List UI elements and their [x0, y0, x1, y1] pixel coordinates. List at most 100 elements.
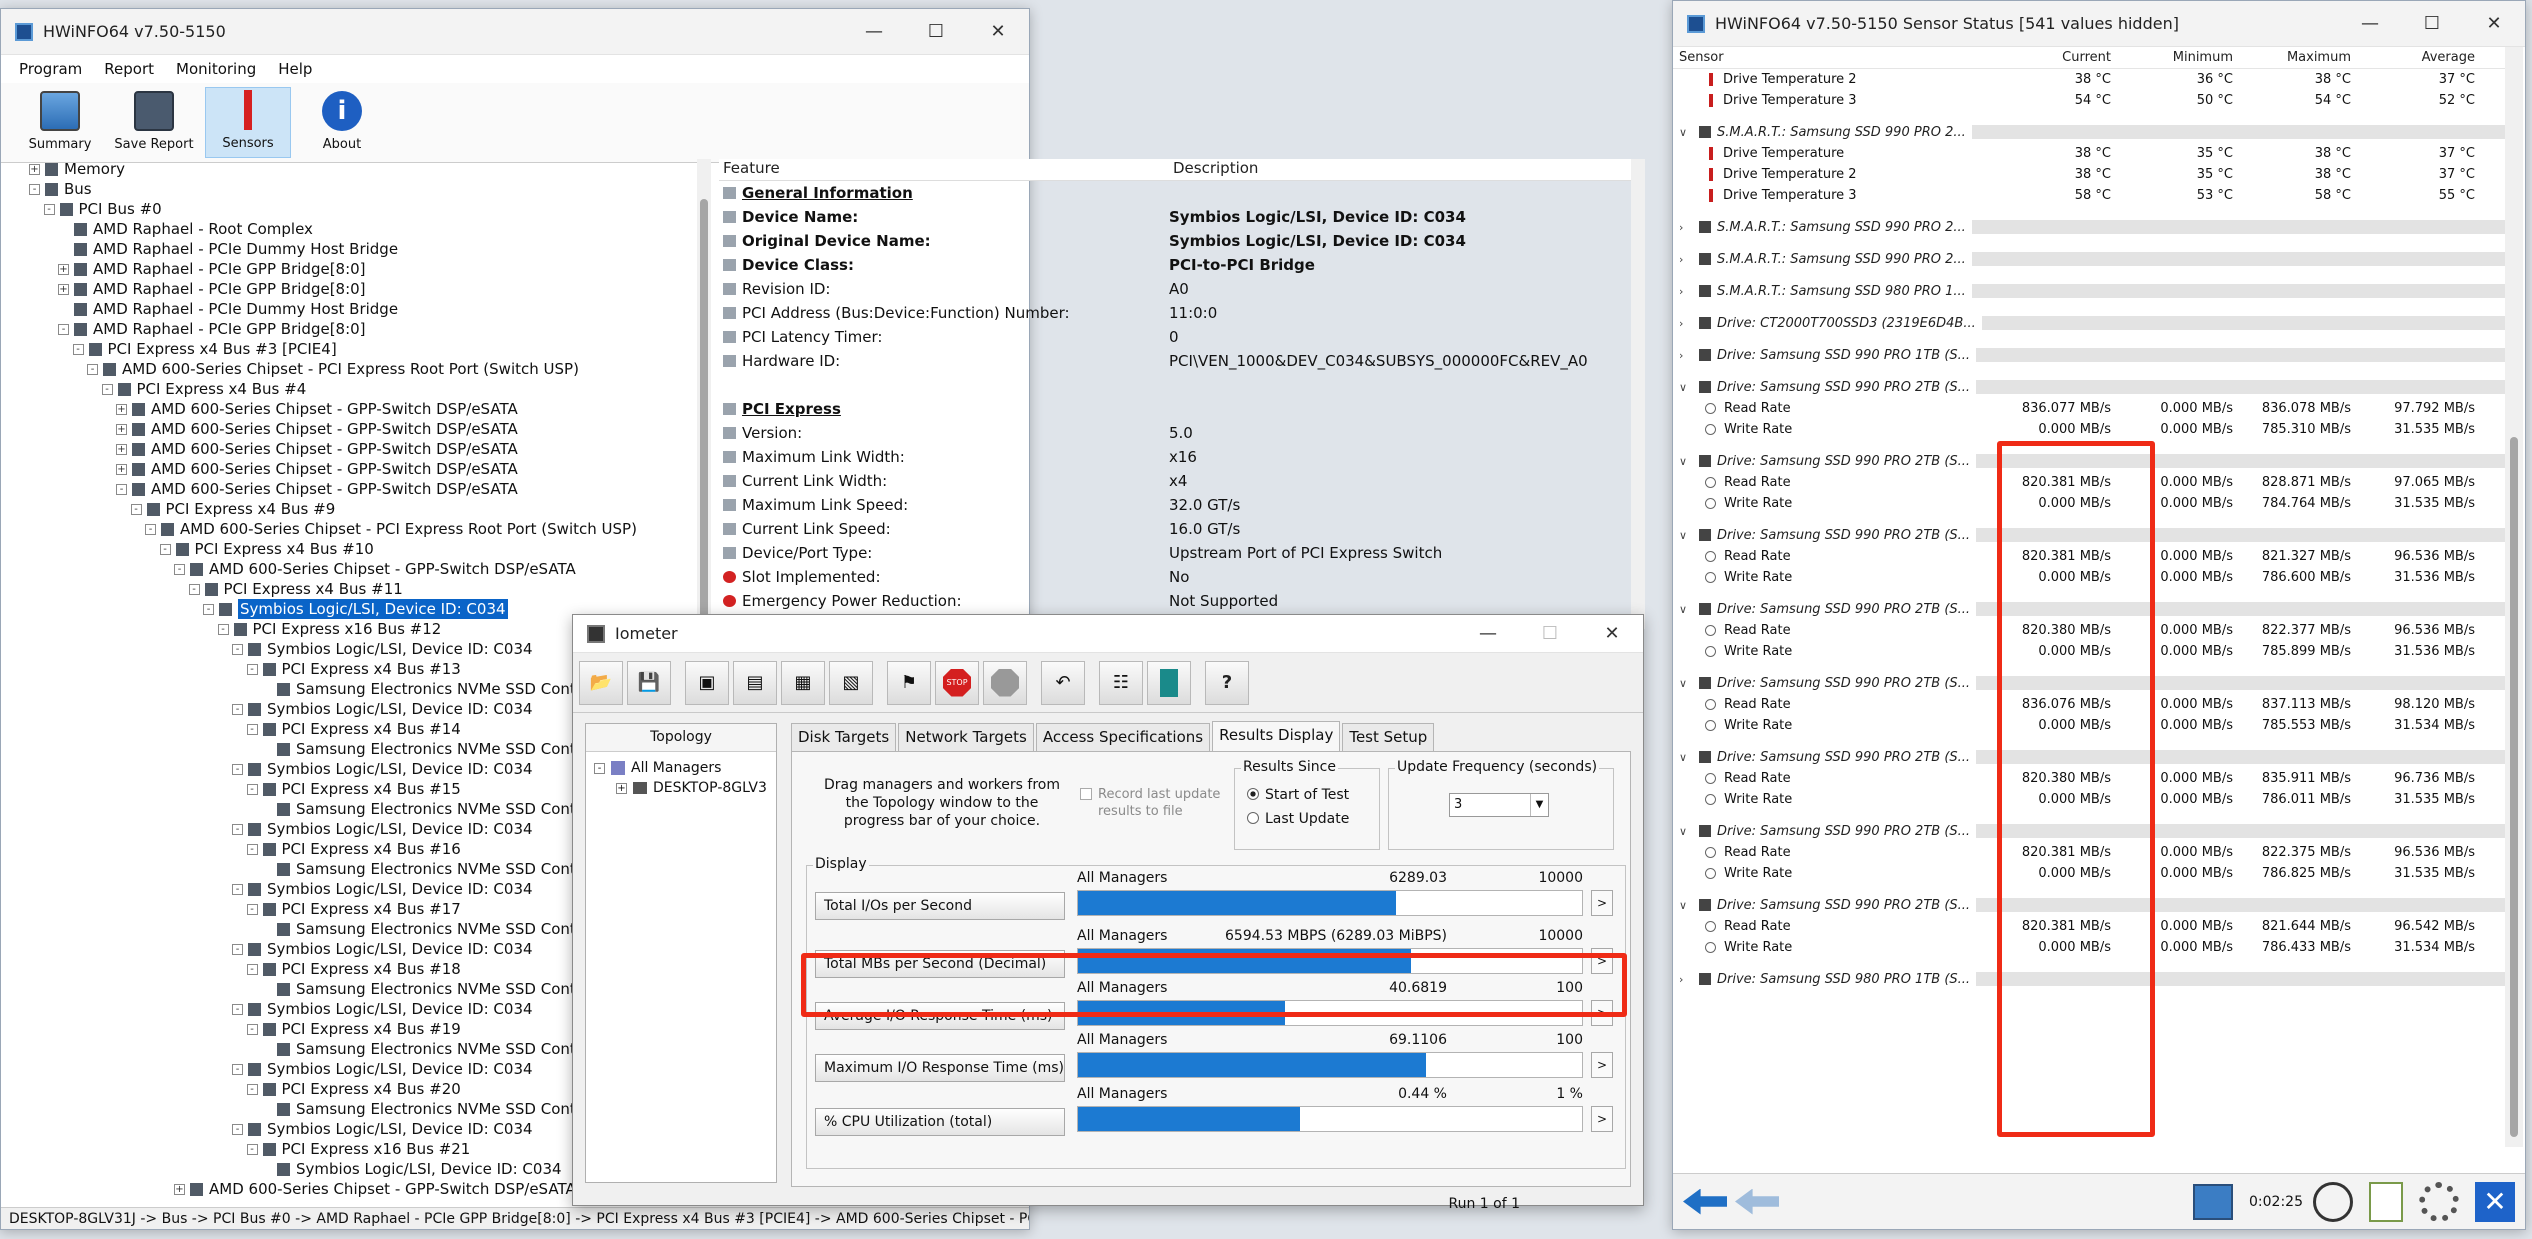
collapse-icon[interactable]: -: [246, 903, 258, 915]
update-frequency-select[interactable]: 3 ▼: [1449, 793, 1549, 817]
collapse-icon[interactable]: -: [232, 823, 243, 835]
chevron-down-icon[interactable]: ∨: [1679, 529, 1691, 542]
clock-icon[interactable]: [2313, 1181, 2353, 1222]
collapse-icon[interactable]: -: [43, 203, 55, 215]
collapse-icon[interactable]: -: [246, 1143, 258, 1155]
tree-node[interactable]: AMD Raphael - PCIe Dummy Host Bridge: [1, 299, 713, 319]
maximize-button[interactable]: ☐: [1519, 615, 1581, 652]
collapse-icon[interactable]: -: [58, 323, 69, 335]
feature-row[interactable]: Original Device Name: Symbios Logic/LSI, …: [719, 229, 1631, 253]
sensor-row[interactable]: Drive Temperature 38 °C 35 °C 38 °C 37 °C: [1673, 143, 2505, 164]
maximize-button[interactable]: ☐: [2401, 1, 2463, 46]
tree-node[interactable]: - PCI Express x4 Bus #3 [PCIE4]: [1, 339, 713, 359]
tree-node[interactable]: - AMD 600-Series Chipset - GPP-Switch DSP…: [1, 479, 713, 499]
collapse-icon[interactable]: -: [174, 563, 185, 575]
result-metric-button[interactable]: % CPU Utilization (total): [815, 1108, 1065, 1136]
collapse-icon[interactable]: -: [232, 643, 243, 655]
sensor-row[interactable]: Drive Temperature 3 54 °C 50 °C 54 °C 52 °C: [1673, 90, 2505, 111]
menu-program[interactable]: Program: [19, 60, 82, 78]
sensor-group-row[interactable]: › Drive: CT2000T700SSD3 (2319E6D4B...: [1673, 312, 2505, 334]
feature-row[interactable]: Emergency Power Reduction: Not Supported: [719, 589, 1631, 613]
stop-all-icon[interactable]: [983, 660, 1027, 705]
maximize-button[interactable]: ☐: [905, 9, 967, 54]
chevron-down-icon[interactable]: ∨: [1679, 751, 1691, 764]
sensor-scrollbar[interactable]: [2505, 47, 2523, 1147]
feature-row[interactable]: [719, 373, 1631, 397]
minimize-button[interactable]: —: [1457, 615, 1519, 652]
duplicate-worker-icon[interactable]: ▧: [829, 660, 873, 705]
tree-node[interactable]: AMD Raphael - Root Complex: [1, 219, 713, 239]
collapse-icon[interactable]: -: [246, 783, 258, 795]
collapse-icon[interactable]: -: [217, 623, 229, 635]
current-col-header[interactable]: Current: [1993, 50, 2111, 65]
chevron-down-icon[interactable]: ∨: [1679, 603, 1691, 616]
sensor-row[interactable]: Write Rate 0.000 MB/s 0.000 MB/s 785.310 MB…: [1673, 419, 2505, 440]
tree-node[interactable]: - AMD 600-Series Chipset - PCI Express Ro…: [1, 519, 713, 539]
tab-results-display[interactable]: Results Display: [1212, 721, 1341, 751]
topology-all-managers[interactable]: - All Managers: [594, 758, 768, 778]
collapse-icon[interactable]: -: [130, 503, 142, 515]
reset-workers-icon[interactable]: ↶: [1041, 660, 1085, 705]
chevron-right-icon[interactable]: ›: [1679, 349, 1691, 362]
minimum-col-header[interactable]: Minimum: [2111, 50, 2233, 65]
feature-row[interactable]: Slot Implemented: No: [719, 565, 1631, 589]
chevron-down-icon[interactable]: ∨: [1679, 825, 1691, 838]
close-button[interactable]: ✕: [1581, 615, 1643, 652]
feature-column-header[interactable]: Feature: [719, 159, 1169, 180]
chevron-down-icon[interactable]: ∨: [1679, 677, 1691, 690]
expand-icon[interactable]: +: [174, 1183, 185, 1195]
tree-node[interactable]: + Memory: [1, 159, 713, 179]
help-icon[interactable]: ?: [1205, 660, 1249, 705]
new-worker-icon[interactable]: ▤: [733, 660, 777, 705]
tab-disk-targets[interactable]: Disk Targets: [791, 723, 897, 751]
chevron-right-icon[interactable]: >: [1591, 1106, 1613, 1132]
tree-node[interactable]: - AMD 600-Series Chipset - GPP-Switch DSP…: [1, 559, 713, 579]
feature-row[interactable]: Version: 5.0: [719, 421, 1631, 445]
tree-node[interactable]: + AMD Raphael - PCIe GPP Bridge[8:0]: [1, 259, 713, 279]
result-metric-button[interactable]: Maximum I/O Response Time (ms): [815, 1054, 1065, 1082]
expand-icon[interactable]: +: [58, 283, 69, 295]
chevron-right-icon[interactable]: ›: [1679, 317, 1691, 330]
disconnect-icon[interactable]: ☷: [1099, 660, 1143, 705]
tree-node[interactable]: - AMD 600-Series Chipset - PCI Express Ro…: [1, 359, 713, 379]
settings-gear-icon[interactable]: [2419, 1181, 2459, 1222]
chevron-down-icon[interactable]: ∨: [1679, 455, 1691, 468]
feature-row[interactable]: Maximum Link Speed: 32.0 GT/s: [719, 493, 1631, 517]
save-report-button[interactable]: Save Report: [111, 87, 197, 158]
tree-node[interactable]: - AMD Raphael - PCIe GPP Bridge[8:0]: [1, 319, 713, 339]
minimize-button[interactable]: —: [2339, 1, 2401, 46]
collapse-icon[interactable]: -: [232, 943, 243, 955]
chevron-down-icon[interactable]: ∨: [1679, 381, 1691, 394]
collapse-icon[interactable]: -: [246, 1083, 258, 1095]
close-x-icon[interactable]: ✕: [2475, 1181, 2515, 1222]
expand-icon[interactable]: +: [58, 263, 69, 275]
close-button[interactable]: ✕: [2463, 1, 2525, 46]
feature-row[interactable]: General Information: [719, 181, 1631, 205]
sensor-group-row[interactable]: › S.M.A.R.T.: Samsung SSD 990 PRO 2...: [1673, 216, 2505, 238]
expand-icon[interactable]: +: [116, 443, 127, 455]
chevron-right-icon[interactable]: ›: [1679, 285, 1691, 298]
collapse-icon[interactable]: -: [72, 343, 84, 355]
tree-node[interactable]: - PCI Express x4 Bus #11: [1, 579, 713, 599]
feature-row[interactable]: Current Link Width: x4: [719, 469, 1631, 493]
menu-report[interactable]: Report: [104, 60, 154, 78]
summary-button[interactable]: Summary: [17, 87, 103, 158]
collapse-icon[interactable]: -: [159, 543, 171, 555]
nav-arrows-disabled-icon[interactable]: [1735, 1188, 1779, 1215]
sensor-row[interactable]: Drive Temperature 2 38 °C 35 °C 38 °C 37 °C: [1673, 164, 2505, 185]
chevron-right-icon[interactable]: >: [1591, 1052, 1613, 1078]
tab-test-setup[interactable]: Test Setup: [1342, 723, 1435, 751]
record-results-checkbox[interactable]: Record last update results to file: [1080, 786, 1240, 820]
chevron-right-icon[interactable]: >: [1591, 890, 1613, 916]
exit-door-icon[interactable]: [1147, 660, 1191, 705]
tab-access-specifications[interactable]: Access Specifications: [1035, 723, 1211, 751]
feature-row[interactable]: Maximum Link Width: x16: [719, 445, 1631, 469]
stop-icon[interactable]: STOP: [935, 660, 979, 705]
chevron-right-icon[interactable]: ›: [1679, 253, 1691, 266]
radio-last-update[interactable]: Last Update: [1247, 811, 1349, 827]
expand-icon[interactable]: +: [29, 163, 40, 175]
result-progress-bar[interactable]: [1077, 1106, 1583, 1132]
menu-help[interactable]: Help: [278, 60, 312, 78]
add-report-icon[interactable]: [2369, 1181, 2403, 1222]
feature-row[interactable]: Current Link Speed: 16.0 GT/s: [719, 517, 1631, 541]
